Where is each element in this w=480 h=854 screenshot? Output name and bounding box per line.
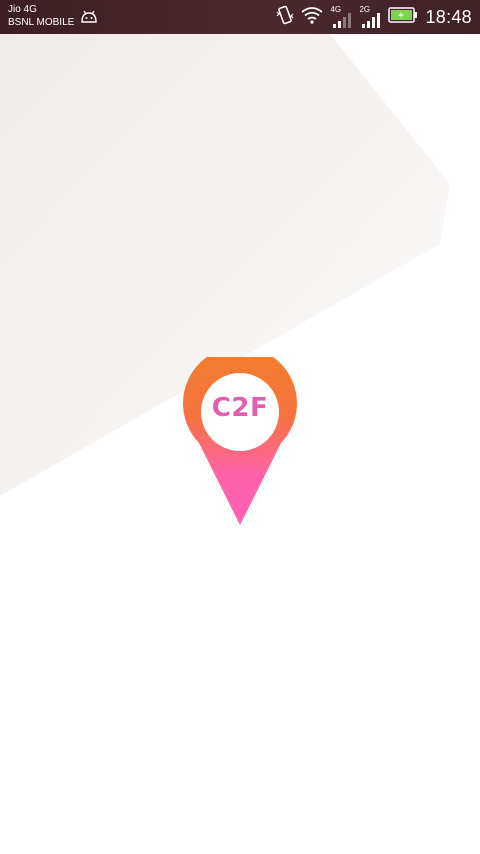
carrier-1-label: Jio 4G [8,4,37,15]
status-bar: Jio 4G BSNL MOBILE 4G 2G 18:48 [0,0,480,34]
logo-text: C2F [211,393,269,423]
status-clock: 18:48 [425,6,472,27]
status-icons: 4G 2G 18:48 [276,0,472,34]
carrier-info: Jio 4G BSNL MOBILE [8,3,74,29]
wifi-icon [301,6,324,29]
map-pin-icon [183,346,297,525]
carrier-2-label: BSNL MOBILE [8,17,75,28]
c2f-logo: C2F [183,346,297,527]
signal-2g-icon: 2G [359,6,381,28]
signal-4g-icon: 4G [330,6,352,28]
battery-charging-icon [388,6,418,28]
vibrate-icon [276,5,294,30]
android-debug-icon [80,10,98,24]
splash-screen: Jio 4G BSNL MOBILE 4G 2G 18:48 C2F [0,0,480,854]
